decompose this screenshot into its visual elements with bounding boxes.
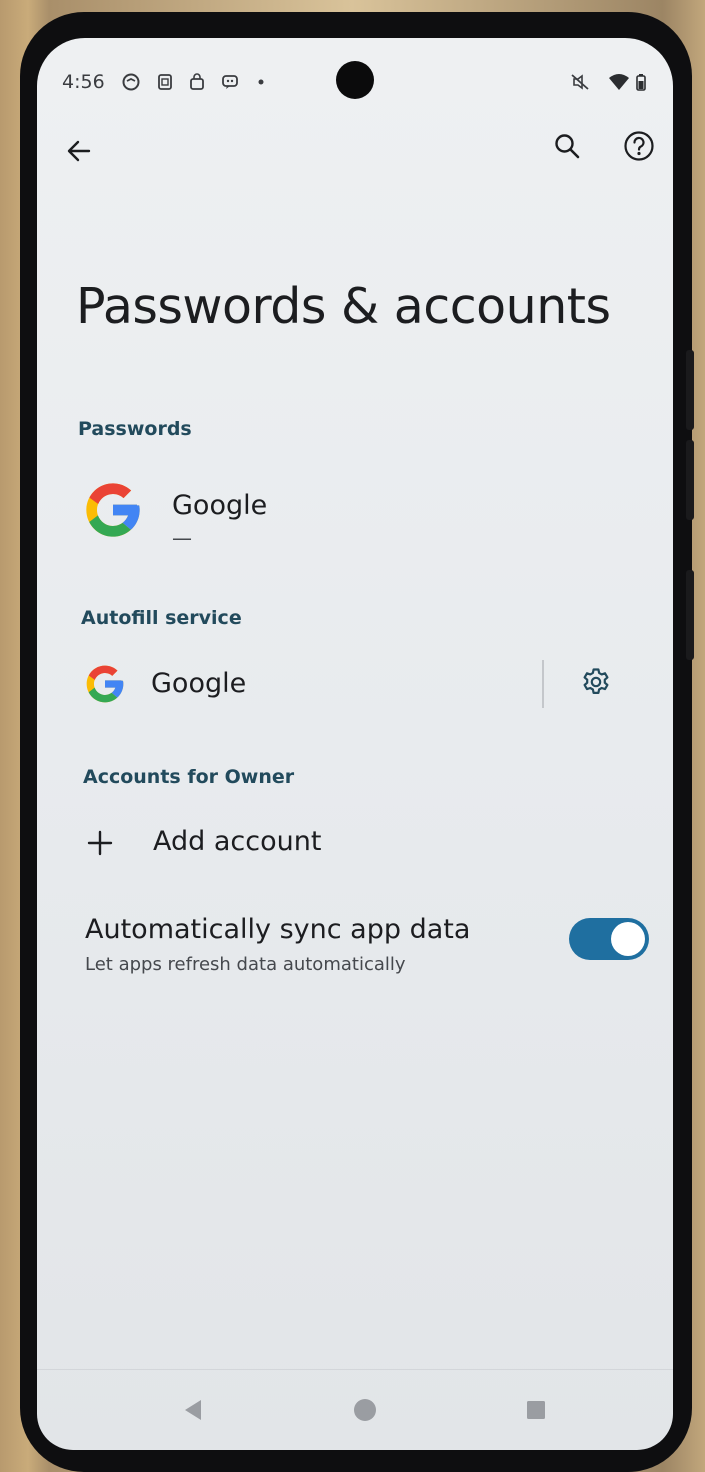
arrow-left-icon (67, 140, 91, 162)
autofill-item-title: Google (151, 668, 247, 699)
search-icon (555, 134, 580, 159)
search-button[interactable] (543, 122, 591, 170)
wifi-icon (608, 73, 630, 91)
section-header-passwords: Passwords (78, 418, 192, 440)
toggle-knob (611, 922, 645, 956)
section-header-autofill: Autofill service (81, 607, 242, 629)
recents-square-icon (527, 1401, 545, 1419)
gear-icon (583, 668, 609, 694)
autofill-settings-button[interactable] (572, 658, 620, 706)
status-time: 4:56 (62, 71, 105, 93)
battery-icon (635, 73, 647, 91)
help-button[interactable] (615, 122, 663, 170)
help-circle-icon (624, 131, 654, 161)
add-account-row[interactable]: Add account (37, 814, 673, 876)
plus-icon (87, 830, 113, 860)
google-logo-icon (81, 478, 145, 546)
passwords-item-title: Google (172, 490, 268, 521)
volume-button-2 (686, 440, 694, 520)
section-header-accounts: Accounts for Owner (83, 766, 295, 788)
volume-button (686, 350, 694, 430)
back-button[interactable] (55, 127, 103, 175)
sync-title: Automatically sync app data (85, 914, 471, 945)
nav-recents-button[interactable] (514, 1388, 558, 1432)
messenger-icon (122, 73, 140, 91)
dot-icon (257, 73, 265, 91)
passwords-google-row[interactable]: Google — (37, 468, 673, 558)
nav-home-button[interactable] (343, 1388, 387, 1432)
sync-toggle[interactable] (569, 918, 649, 960)
chat-icon (221, 73, 239, 91)
front-camera (336, 61, 374, 99)
power-button (686, 570, 694, 660)
page-title: Passwords & accounts (76, 278, 611, 335)
bag-icon (188, 73, 206, 91)
mute-icon (570, 73, 589, 91)
status-bar: 4:56 (37, 38, 673, 128)
row-divider (542, 660, 544, 708)
screen: 4:56 Passwords & accounts Passwords Goog… (37, 38, 673, 1450)
google-logo-icon (83, 662, 127, 710)
add-account-label: Add account (153, 826, 322, 857)
navigation-bar (37, 1369, 673, 1450)
nav-back-button[interactable] (171, 1388, 215, 1432)
sim-icon (156, 73, 174, 91)
home-circle-icon (354, 1399, 376, 1421)
back-triangle-icon (185, 1400, 201, 1420)
passwords-item-subtitle: — (172, 526, 192, 550)
sync-subtitle: Let apps refresh data automatically (85, 954, 406, 975)
